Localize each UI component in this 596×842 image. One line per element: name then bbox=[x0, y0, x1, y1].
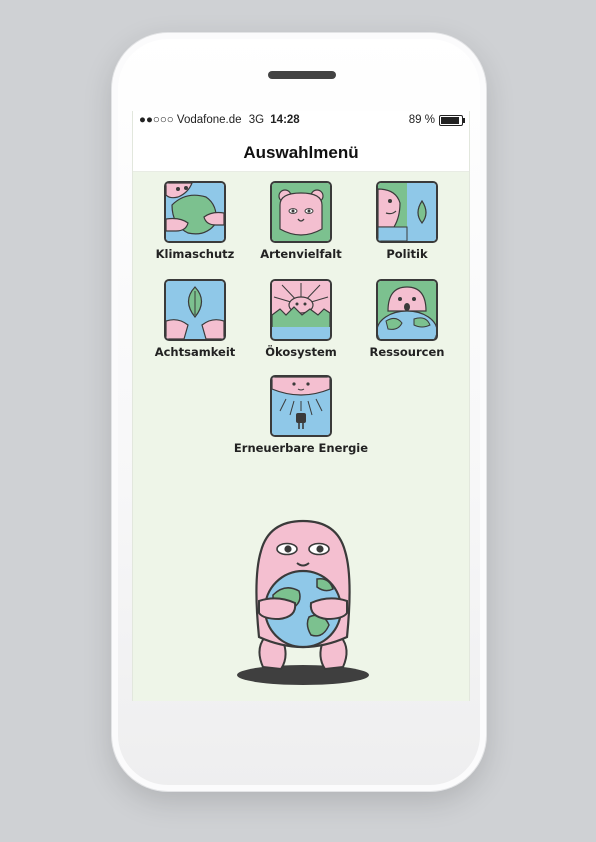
battery-fill bbox=[441, 116, 459, 124]
menu-item-achtsamkeit[interactable]: Achtsamkeit bbox=[145, 279, 245, 359]
menu-item-label: Achtsamkeit bbox=[154, 345, 236, 359]
menu-item-klimaschutz[interactable]: Klimaschutz bbox=[145, 181, 245, 261]
bear-face-icon bbox=[270, 181, 332, 243]
status-right: 89 % bbox=[408, 114, 465, 126]
nav-bar: Auswahlmenü bbox=[133, 131, 469, 172]
app-screen: ●●○○○ Vodafone.de 3G 14:28 89 % Auswahlm… bbox=[132, 111, 470, 701]
battery-percent: 89 % bbox=[408, 114, 435, 126]
menu-item-oekosystem[interactable]: Ökosystem bbox=[251, 279, 351, 359]
clock: 14:28 bbox=[270, 114, 300, 126]
network-label: 3G bbox=[248, 114, 265, 126]
page-title: Auswahlmenü bbox=[243, 143, 359, 162]
menu-item-label: Erneuerbare Energie bbox=[233, 441, 369, 455]
menu-item-ressourcen[interactable]: Ressourcen bbox=[357, 279, 457, 359]
faces-leaf-icon bbox=[376, 181, 438, 243]
menu-item-artenvielfalt[interactable]: Artenvielfalt bbox=[251, 181, 351, 261]
menu-item-label: Ressourcen bbox=[369, 345, 445, 359]
status-bar: ●●○○○ Vodafone.de 3G 14:28 89 % bbox=[133, 111, 469, 131]
sun-landscape-icon bbox=[270, 279, 332, 341]
mascot-hugging-earth-illustration bbox=[229, 517, 377, 693]
earth-face-icon bbox=[376, 279, 438, 341]
menu-item-label: Artenvielfalt bbox=[260, 247, 342, 261]
menu-item-label: Klimaschutz bbox=[155, 247, 235, 261]
menu-item-label: Ökosystem bbox=[265, 345, 337, 359]
hands-leaf-icon bbox=[164, 279, 226, 341]
menu-item-politik[interactable]: Politik bbox=[357, 181, 457, 261]
carrier-label: ●●○○○ Vodafone.de bbox=[139, 114, 242, 126]
hands-holding-earth-icon bbox=[164, 181, 226, 243]
menu-item-label: Politik bbox=[386, 247, 428, 261]
sun-plug-icon bbox=[270, 375, 332, 437]
phone-speaker bbox=[268, 71, 336, 79]
battery-icon bbox=[439, 114, 465, 126]
status-left: ●●○○○ Vodafone.de 3G 14:28 bbox=[139, 114, 300, 126]
menu-item-erneuerbare-energie[interactable]: Erneuerbare Energie bbox=[231, 375, 371, 455]
